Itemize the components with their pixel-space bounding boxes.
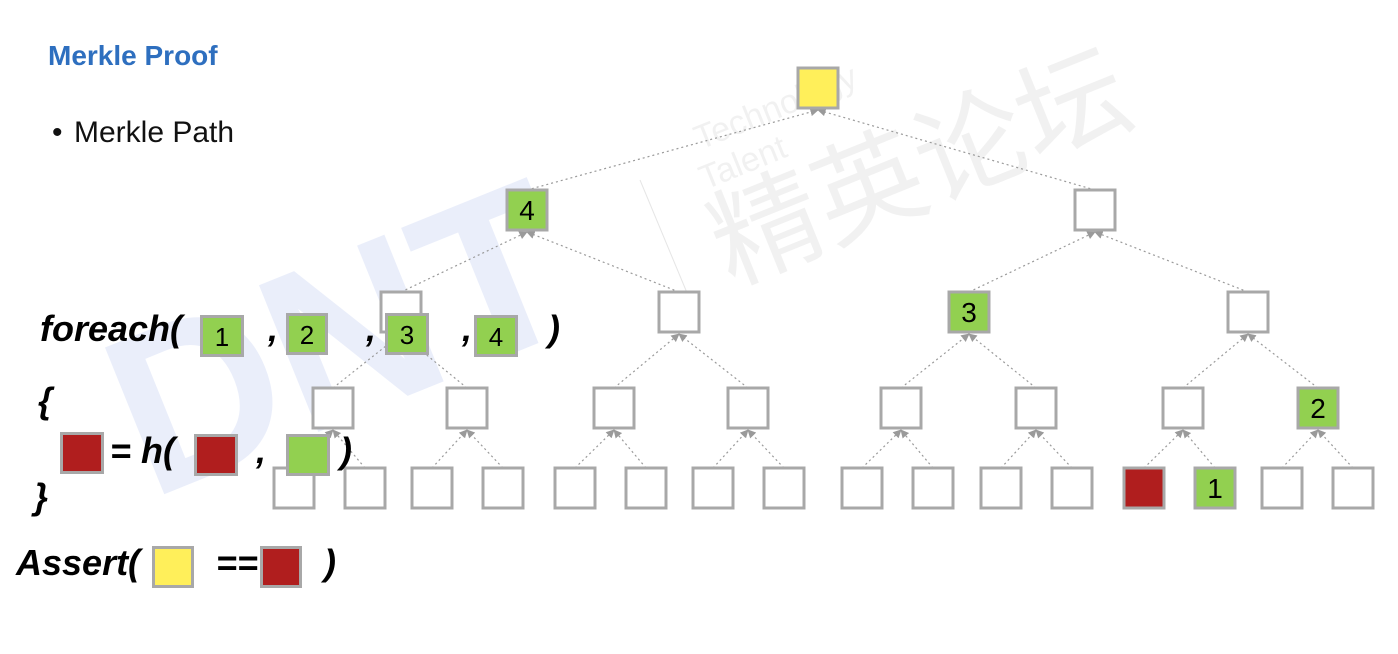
tree-node-label: 4 — [519, 195, 535, 226]
tree-node-L4-12 — [1122, 466, 1166, 510]
tree-node-label: 3 — [961, 297, 977, 328]
tree-edge — [431, 429, 468, 469]
tree-node-L3-1 — [445, 386, 489, 430]
tree-edge — [1000, 429, 1037, 469]
tree-node-L3-5 — [1014, 386, 1058, 430]
assert-close-paren: ) — [324, 542, 336, 583]
tree-node-L4-9 — [911, 466, 955, 510]
comma-2: , — [366, 308, 377, 349]
tree-edge — [613, 429, 647, 469]
tree-edge — [1182, 429, 1216, 469]
tree-edge — [747, 429, 785, 469]
tree-edge — [613, 333, 680, 389]
tree-node-L4-5 — [624, 466, 668, 510]
tree-node-L0-0 — [796, 66, 840, 110]
tree-edge — [817, 108, 1096, 191]
assert-equals: == — [216, 542, 259, 583]
tree-edge — [1247, 333, 1319, 389]
tree-edge — [968, 333, 1037, 389]
tree-node-L2-3 — [1226, 290, 1270, 334]
tree-edge — [400, 231, 528, 293]
tree-node-L3-0 — [311, 386, 355, 430]
foreach-item-1: 1 — [200, 315, 244, 357]
tree-edge — [526, 230, 680, 293]
comma-3: , — [462, 308, 473, 349]
close-brace: } — [34, 476, 49, 517]
tree-node-L4-4 — [553, 466, 597, 510]
tree-node-L4-15 — [1331, 466, 1375, 510]
tree-node-L1-1 — [1073, 188, 1117, 232]
tree-edge — [900, 429, 934, 469]
hash-comma: , — [256, 430, 267, 471]
tree-node-L4-1 — [343, 466, 387, 510]
tree-node-L4-3 — [481, 466, 525, 510]
tree-edge — [574, 429, 615, 469]
tree-edge — [1035, 429, 1073, 469]
tree-node-label: 1 — [1207, 473, 1223, 504]
assign-hash: = h( — [110, 430, 176, 471]
tree-edge — [1143, 429, 1184, 469]
tree-node-L4-8 — [840, 466, 884, 510]
tree-edge — [466, 429, 504, 469]
tree-node-L1-0: 4 — [505, 188, 549, 232]
foreach-item-2: 2 — [286, 313, 328, 355]
foreach-close-paren: ) — [548, 308, 560, 349]
tree-node-L4-7 — [762, 466, 806, 510]
tree-node-L2-2: 3 — [947, 290, 991, 334]
tree-node-L4-14 — [1260, 466, 1304, 510]
tree-edge — [1182, 333, 1249, 389]
tree-edge — [1281, 429, 1319, 469]
tree-node-L4-2 — [410, 466, 454, 510]
tree-edge — [1317, 429, 1354, 469]
tree-edge — [861, 429, 902, 469]
hash-arg-green — [286, 434, 330, 476]
tree-edge — [526, 107, 819, 191]
assign-target-red — [60, 432, 104, 474]
tree-node-L3-4 — [879, 386, 923, 430]
tree-edge — [1094, 230, 1249, 293]
comma-1: , — [268, 308, 279, 349]
tree-node-L3-3 — [726, 386, 770, 430]
tree-node-L2-1 — [657, 290, 701, 334]
foreach-item-3: 3 — [385, 313, 429, 355]
foreach-item-4: 4 — [474, 315, 518, 357]
tree-node-L3-2 — [592, 386, 636, 430]
hash-close-paren: ) — [340, 430, 352, 471]
tree-node-L4-13: 1 — [1193, 466, 1237, 510]
tree-node-L4-11 — [1050, 466, 1094, 510]
tree-node-L3-6 — [1161, 386, 1205, 430]
tree-node-label: 2 — [1310, 393, 1326, 424]
tree-node-L4-6 — [691, 466, 735, 510]
tree-edge — [968, 231, 1096, 293]
open-brace: { — [38, 380, 53, 421]
tree-edge — [678, 333, 749, 389]
assert-keyword: Assert( — [16, 542, 141, 583]
foreach-keyword: foreach( — [40, 308, 183, 349]
tree-edge — [900, 333, 970, 389]
assert-root-yellow — [152, 546, 194, 588]
tree-node-L3-7: 2 — [1296, 386, 1340, 430]
assert-computed-red — [260, 546, 302, 588]
hash-arg-red — [194, 434, 238, 476]
tree-node-L4-10 — [979, 466, 1023, 510]
tree-edge — [712, 429, 749, 469]
